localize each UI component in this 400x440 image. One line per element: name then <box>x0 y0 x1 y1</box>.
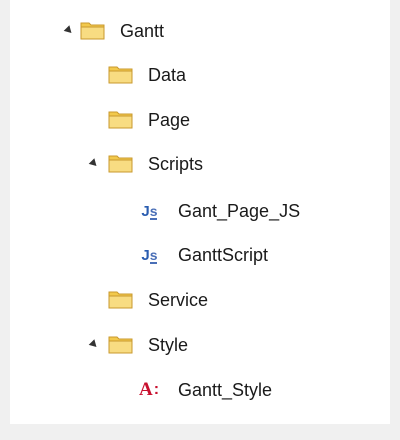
tree-node-scripts[interactable]: Scripts <box>10 150 250 178</box>
folder-icon <box>108 336 133 354</box>
tree-node-label: Data <box>148 65 187 85</box>
tree-node-gant-page-js[interactable]: Js Gant_Page_JS <box>10 197 350 225</box>
css-file-icon: A: <box>138 379 160 400</box>
folder-icon <box>108 291 133 309</box>
tree-node-data[interactable]: Data <box>10 61 230 89</box>
folder-icon <box>80 22 105 40</box>
folder-icon <box>108 111 133 129</box>
expand-toggle-icon[interactable] <box>88 158 100 169</box>
tree-node-gantt[interactable]: Gantt <box>10 17 210 45</box>
tree-node-label: Scripts <box>148 154 204 174</box>
tree-node-label: Gantt <box>120 21 165 41</box>
tree-node-page[interactable]: Page <box>10 106 230 134</box>
expand-toggle-icon[interactable] <box>63 25 75 36</box>
js-file-icon: Js <box>141 247 158 264</box>
tree-node-label: Gant_Page_JS <box>178 201 301 221</box>
tree-node-label: Service <box>148 290 209 310</box>
tree-node-style[interactable]: Style <box>10 331 250 359</box>
tree-node-label: Style <box>148 335 189 355</box>
tree-node-label: GanttScript <box>178 245 269 265</box>
folder-icon <box>108 66 133 84</box>
project-tree-panel: Gantt Data Page Scripts Js Gant_Page_JS … <box>10 0 390 424</box>
expand-toggle-icon[interactable] <box>88 339 100 350</box>
tree-node-gantt-style[interactable]: A: Gantt_Style <box>10 376 350 404</box>
tree-node-label: Page <box>148 110 191 130</box>
folder-icon <box>108 155 133 173</box>
tree-node-ganttscript[interactable]: Js GanttScript <box>10 241 350 269</box>
js-file-icon: Js <box>141 203 158 220</box>
tree-node-label: Gantt_Style <box>178 380 273 400</box>
tree-node-service[interactable]: Service <box>10 286 250 314</box>
